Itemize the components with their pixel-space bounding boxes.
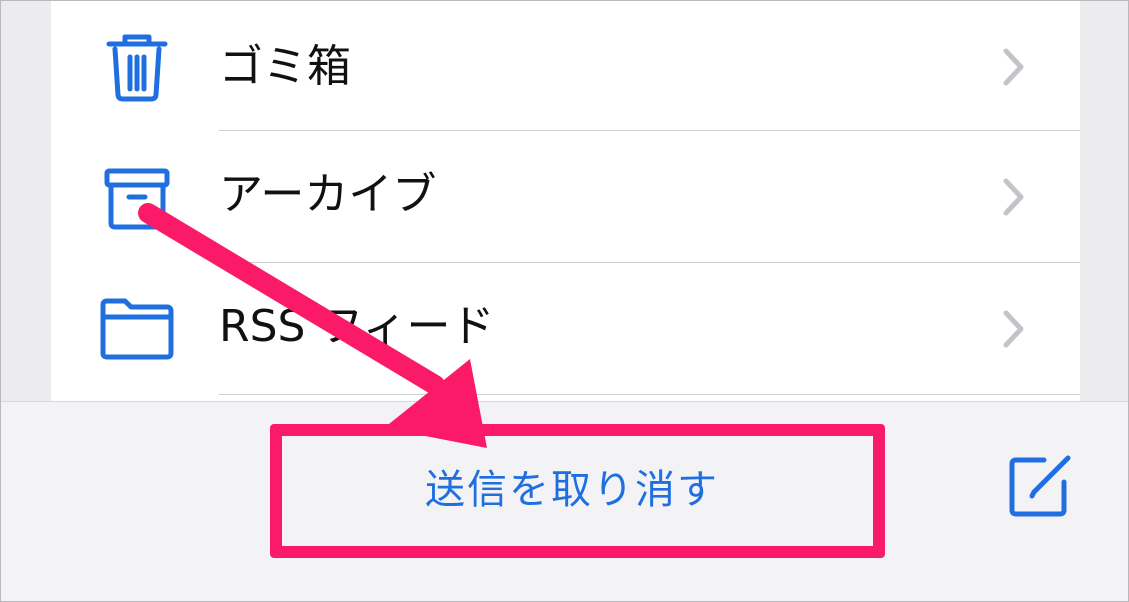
compose-icon[interactable]	[1004, 450, 1076, 522]
mailbox-list: ゴミ箱 アーカイブ RSS フィード	[51, 1, 1080, 401]
chevron-right-icon	[1003, 310, 1024, 348]
list-item-archive[interactable]: アーカイブ	[51, 131, 1080, 261]
undo-send-button[interactable]: 送信を取り消す	[271, 427, 873, 545]
list-item-trash[interactable]: ゴミ箱	[51, 1, 1080, 131]
app-window: ゴミ箱 アーカイブ RSS フィード 送信を取り消す	[0, 0, 1129, 602]
list-item-label: ゴミ箱	[219, 41, 351, 92]
trash-icon	[106, 34, 168, 102]
chevron-right-icon	[1003, 48, 1024, 86]
separator	[219, 394, 1080, 395]
folder-icon	[100, 298, 174, 360]
bottom-toolbar: 送信を取り消す	[1, 401, 1128, 601]
list-item-label: RSS フィード	[219, 301, 495, 352]
chevron-right-icon	[1003, 178, 1024, 216]
list-item-rss-feed[interactable]: RSS フィード	[51, 263, 1080, 393]
archive-box-icon	[104, 168, 170, 230]
list-item-label: アーカイブ	[219, 169, 437, 220]
